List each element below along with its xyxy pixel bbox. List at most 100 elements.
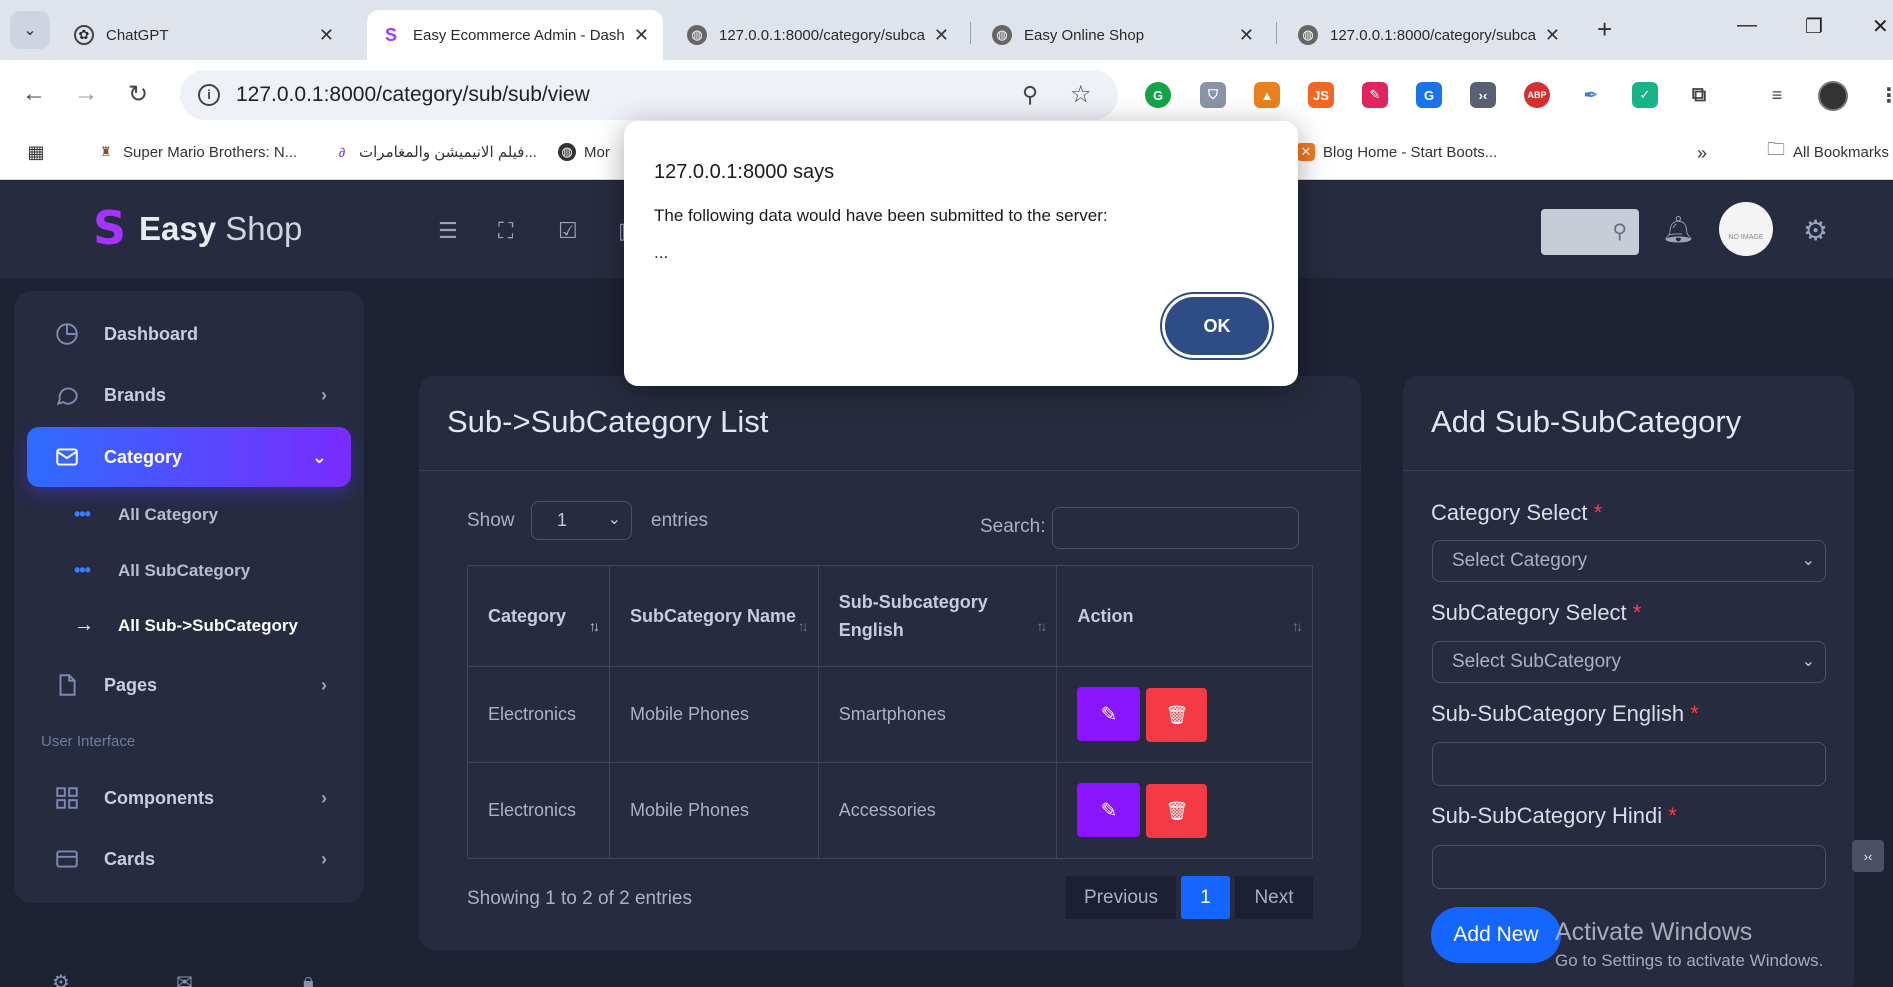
new-tab-button[interactable]: + — [1597, 14, 1612, 45]
close-icon[interactable]: ✕ — [319, 25, 334, 46]
grammarly-extension-icon[interactable]: G — [1145, 82, 1171, 108]
reload-button[interactable]: ↻ — [128, 80, 148, 109]
tab-subcategory-2[interactable]: ◍ 127.0.0.1:8000/category/subca ✕ — [1284, 10, 1574, 60]
mail-icon — [52, 442, 82, 472]
reading-list-icon[interactable]: ≡ — [1764, 82, 1790, 108]
gt-extension-icon[interactable]: G — [1416, 82, 1442, 108]
sub-subcategory-english-input[interactable] — [1432, 742, 1826, 786]
fullscreen-icon[interactable]: ⛶ — [498, 218, 513, 244]
tab-subcategory-1[interactable]: ◍ 127.0.0.1:8000/category/subca ✕ — [673, 10, 963, 60]
close-window-button[interactable]: ✕ — [1872, 14, 1889, 39]
back-button[interactable]: ← — [22, 80, 46, 108]
shield-extension-icon[interactable]: ⛉ — [1200, 82, 1226, 108]
add-new-button[interactable]: Add New — [1431, 907, 1561, 963]
bookmark-star-icon[interactable]: ☆ — [1070, 80, 1092, 109]
url-text[interactable]: 127.0.0.1:8000/category/sub/sub/view — [236, 83, 590, 107]
pen-extension-icon[interactable]: ✒ — [1578, 82, 1604, 108]
chevron-down-icon: ⌄ — [1801, 552, 1815, 569]
sidebar-item-brands[interactable]: Brands › — [27, 365, 351, 425]
pagination-next[interactable]: Next — [1235, 876, 1313, 919]
lock-icon[interactable]: 🔒︎ — [303, 970, 314, 987]
column-header-sub-subcategory-english[interactable]: Sub-Subcategory English ↑↓ — [817, 565, 1058, 667]
settings-icon[interactable]: ⚙ — [52, 970, 70, 987]
minimize-button[interactable]: — — [1737, 14, 1757, 37]
easyshop-logo-icon: S — [93, 201, 127, 255]
search-icon: ⚲ — [1612, 221, 1627, 243]
profile-avatar[interactable] — [1818, 81, 1848, 111]
dialog-ok-button[interactable]: OK — [1165, 297, 1269, 355]
delete-button[interactable]: 🗑︎ — [1146, 688, 1208, 742]
shield-check-extension-icon[interactable]: ✓ — [1632, 82, 1658, 108]
sub-subcategory-hindi-input[interactable] — [1432, 845, 1826, 889]
pagination-previous[interactable]: Previous — [1066, 876, 1176, 919]
gear-icon[interactable]: ⚙ — [1803, 214, 1828, 247]
sidebar-subitem-all-category[interactable]: ••• All Category — [74, 504, 218, 525]
forward-button[interactable]: → — [74, 80, 98, 108]
js-extension-icon[interactable]: JS — [1308, 82, 1334, 108]
sidebar-subitem-all-sub-subcategory[interactable]: → All Sub->SubCategory — [74, 614, 298, 637]
metamask-extension-icon[interactable]: ▲ — [1254, 82, 1280, 108]
tab-search-button[interactable]: ⌄ — [10, 11, 50, 49]
globe-icon: ◍ — [1298, 25, 1318, 45]
browser-menu-icon[interactable]: ⋮ — [1876, 82, 1893, 108]
close-icon[interactable]: ✕ — [1239, 25, 1254, 46]
more-bookmarks-chevron-icon[interactable]: » — [1697, 143, 1707, 164]
address-bar[interactable]: i 127.0.0.1:8000/category/sub/sub/view ⚲… — [180, 70, 1118, 120]
column-header-category[interactable]: Category ↑↓ — [467, 565, 610, 667]
sidebar-item-dashboard[interactable]: Dashboard — [27, 304, 351, 364]
show-label: Show — [467, 510, 515, 531]
bell-icon[interactable]: 🔔︎ — [1662, 214, 1695, 245]
column-header-subcategory-name[interactable]: SubCategory Name ↑↓ — [608, 565, 819, 667]
checkbox-icon[interactable]: ☑ — [558, 218, 578, 244]
restore-button[interactable]: ❐ — [1805, 14, 1823, 39]
pencil-icon: ✎ — [1100, 799, 1118, 822]
table-row: Electronics Mobile Phones Accessories ✎ 🗑… — [467, 762, 1313, 859]
sidebar-subitem-all-subcategory[interactable]: ••• All SubCategory — [74, 560, 250, 581]
close-icon[interactable]: ✕ — [1545, 25, 1560, 46]
site-info-icon[interactable]: i — [198, 84, 220, 106]
user-avatar[interactable]: NO IMAGE — [1719, 202, 1773, 256]
menu-toggle-icon[interactable]: ☰ — [438, 218, 458, 244]
close-icon[interactable]: ✕ — [934, 25, 949, 46]
devtools-extension-icon[interactable]: ›‹ — [1470, 82, 1496, 108]
extensions-puzzle-icon[interactable]: ⧉ — [1686, 82, 1712, 108]
delete-button[interactable]: 🗑︎ — [1146, 784, 1208, 838]
sidebar-item-pages[interactable]: Pages › — [27, 655, 351, 715]
tab-chatgpt[interactable]: ✿ ChatGPT ✕ — [60, 10, 348, 60]
sidebar-item-components[interactable]: Components › — [27, 768, 351, 828]
mario-icon: ♜ — [100, 144, 112, 159]
sort-icon: ↑↓ — [1292, 618, 1303, 634]
column-header-action[interactable]: Action ↑↓ — [1056, 565, 1313, 667]
tab-easy-online-shop[interactable]: ◍ Easy Online Shop ✕ — [978, 10, 1268, 60]
adblock-extension-icon[interactable]: ABP — [1524, 82, 1550, 108]
alert-dialog: 127.0.0.1:8000 says The following data w… — [624, 121, 1298, 386]
top-search-input[interactable]: ⚲ — [1541, 209, 1639, 255]
pagination-page-1[interactable]: 1 — [1181, 876, 1230, 919]
tab-easy-ecommerce-admin[interactable]: S Easy Ecommerce Admin - Dash ✕ — [367, 10, 663, 60]
cell-actions: ✎ 🗑︎ — [1056, 666, 1313, 763]
cell-category: Electronics — [467, 666, 610, 763]
close-icon[interactable]: ✕ — [634, 25, 649, 46]
table-search-input[interactable] — [1052, 507, 1299, 549]
bookmark-anime-film[interactable]: ∂ فيلم الانيميشن والمغامرات... — [333, 143, 537, 161]
colorzilla-extension-icon[interactable]: ✎ — [1362, 82, 1388, 108]
sidebar-item-cards[interactable]: Cards › — [27, 829, 351, 889]
trash-icon: 🗑︎ — [1165, 704, 1189, 725]
brand-name[interactable]: Easy Shop — [139, 210, 302, 248]
edit-button[interactable]: ✎ — [1077, 783, 1141, 837]
entries-per-page-select[interactable]: 1 ⌄ — [531, 501, 632, 540]
mail-icon[interactable]: ✉ — [176, 970, 193, 987]
sidebar-item-category[interactable]: Category ⌄ — [27, 427, 351, 487]
bookmark-blog-home[interactable]: ✕ Blog Home - Start Boots... — [1297, 143, 1497, 161]
devtools-floating-icon[interactable]: ›‹ — [1852, 840, 1884, 872]
card-divider — [419, 470, 1361, 471]
all-bookmarks-folder[interactable]: 🗀 All Bookmarks — [1767, 139, 1889, 161]
sub-subcategory-hindi-label: Sub-SubCategory Hindi * — [1431, 803, 1677, 828]
bookmark-more[interactable]: ◍ Mor — [558, 143, 610, 161]
edit-button[interactable]: ✎ — [1077, 687, 1141, 741]
apps-icon[interactable]: ▦ — [27, 142, 53, 162]
category-select[interactable]: Select Category ⌄ — [1432, 540, 1826, 582]
subcategory-select[interactable]: Select SubCategory ⌄ — [1432, 641, 1826, 683]
zoom-icon[interactable]: ⚲ — [1022, 82, 1038, 108]
bookmark-mario[interactable]: ♜ Super Mario Brothers: N... — [97, 143, 297, 161]
